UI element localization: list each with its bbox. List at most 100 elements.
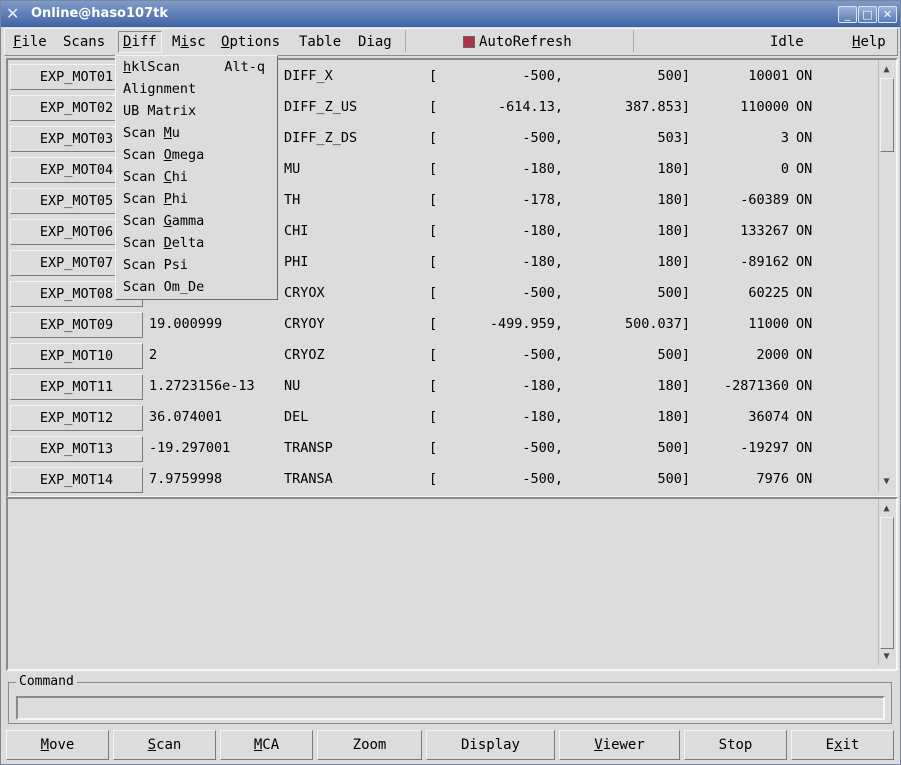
motor-state: ON xyxy=(796,440,813,456)
command-label: Command xyxy=(16,674,77,689)
motor-alias: TRANSA xyxy=(284,471,333,487)
motor-min: -500, xyxy=(522,440,563,456)
scroll-up-icon[interactable]: ▲ xyxy=(879,62,894,77)
menu-diff[interactable]: Diff xyxy=(118,31,162,53)
motor-min: -500, xyxy=(522,471,563,487)
close-button[interactable]: ✕ xyxy=(878,6,897,23)
motor-steps: 3 xyxy=(780,130,789,146)
motor-min: -180, xyxy=(522,161,563,177)
motor-min: -614.13, xyxy=(497,99,563,115)
menu-item-scan-chi[interactable]: Scan Chi xyxy=(123,166,188,188)
motor-state: ON xyxy=(796,99,813,115)
menu-table[interactable]: Table xyxy=(295,32,345,52)
motor-min: -180, xyxy=(522,254,563,270)
menu-misc[interactable]: Misc xyxy=(168,32,210,52)
scroll-down-icon[interactable]: ▼ xyxy=(879,649,894,664)
motor-state: ON xyxy=(796,316,813,332)
maximize-button[interactable]: □ xyxy=(858,6,877,23)
display-button[interactable]: Display xyxy=(426,730,555,760)
menu-item-scan-omega[interactable]: Scan Omega xyxy=(123,144,204,166)
motor-position: -19.297001 xyxy=(149,440,231,456)
minimize-button[interactable]: _ xyxy=(838,6,857,23)
menu-options[interactable]: Options xyxy=(217,32,284,52)
menu-item-hklscan[interactable]: hklScan Alt-q xyxy=(123,56,271,78)
menu-item-scan-delta[interactable]: Scan Delta xyxy=(123,232,204,254)
motor-alias: CRYOX xyxy=(284,285,325,301)
output-scrollbar[interactable]: ▲ ▼ xyxy=(878,499,894,665)
command-input[interactable] xyxy=(16,696,885,720)
menu-item-scan-gamma[interactable]: Scan Gamma xyxy=(123,210,204,232)
range-open-bracket: [ xyxy=(429,130,438,146)
motor-steps: 60225 xyxy=(748,285,789,301)
range-open-bracket: [ xyxy=(429,223,438,239)
range-open-bracket: [ xyxy=(429,192,438,208)
diff-menu-dropdown: hklScan Alt-q Alignment UB Matrix Scan Mu… xyxy=(115,55,278,300)
range-open-bracket: [ xyxy=(429,378,438,394)
menu-diag[interactable]: Diag xyxy=(354,32,396,52)
motor-button[interactable]: EXP_MOT13 xyxy=(10,436,143,462)
motor-alias: DIFF_Z_DS xyxy=(284,130,358,146)
zoom-button[interactable]: Zoom xyxy=(317,730,422,760)
scroll-down-icon[interactable]: ▼ xyxy=(879,474,894,489)
motor-max: 500] xyxy=(657,285,690,301)
motor-steps: -2871360 xyxy=(723,378,789,394)
motor-steps: -89162 xyxy=(740,254,789,270)
motor-button[interactable]: EXP_MOT11 xyxy=(10,374,143,400)
motor-state: ON xyxy=(796,223,813,239)
motor-steps: 36074 xyxy=(748,409,789,425)
motor-min: -180, xyxy=(522,409,563,425)
motor-alias: TH xyxy=(284,192,301,208)
range-open-bracket: [ xyxy=(429,161,438,177)
exit-button[interactable]: Exit xyxy=(791,730,894,760)
motor-min: -500, xyxy=(522,68,563,84)
motor-state: ON xyxy=(796,378,813,394)
stop-button[interactable]: Stop xyxy=(684,730,787,760)
motor-alias: DIFF_X xyxy=(284,68,333,84)
motor-table-scrollbar[interactable]: ▲ ▼ xyxy=(878,60,894,492)
autorefresh-label[interactable]: AutoRefresh xyxy=(475,32,576,52)
mca-button[interactable]: MCA xyxy=(220,730,313,760)
window-title: Online@haso107tk xyxy=(31,6,168,21)
scroll-thumb[interactable] xyxy=(880,78,894,152)
menu-scans[interactable]: Scans xyxy=(59,32,109,52)
menu-item-scan-om-de[interactable]: Scan Om_De xyxy=(123,276,204,298)
scroll-thumb[interactable] xyxy=(880,517,894,649)
motor-button[interactable]: EXP_MOT14 xyxy=(10,467,143,493)
menu-item-ub-matrix[interactable]: UB Matrix xyxy=(123,100,196,122)
motor-min: -500, xyxy=(522,347,563,363)
scroll-up-icon[interactable]: ▲ xyxy=(879,501,894,516)
motor-button[interactable]: EXP_MOT09 xyxy=(10,312,143,338)
menu-item-scan-psi[interactable]: Scan Psi xyxy=(123,254,188,276)
title-bar: ✕ Online@haso107tk _ □ ✕ xyxy=(1,1,900,27)
autorefresh-checkbox[interactable] xyxy=(463,36,475,48)
motor-alias: TRANSP xyxy=(284,440,333,456)
range-open-bracket: [ xyxy=(429,254,438,270)
motor-max: 180] xyxy=(657,378,690,394)
motor-state: ON xyxy=(796,130,813,146)
motor-alias: CRYOY xyxy=(284,316,325,332)
motor-steps: 0 xyxy=(780,161,789,177)
move-button[interactable]: Move xyxy=(6,730,109,760)
menu-help[interactable]: Help xyxy=(848,32,890,52)
motor-alias: DEL xyxy=(284,409,309,425)
menu-item-alignment[interactable]: Alignment xyxy=(123,78,196,100)
motor-steps: 7976 xyxy=(756,471,789,487)
motor-max: 500] xyxy=(657,68,690,84)
motor-steps: -60389 xyxy=(740,192,789,208)
menu-item-scan-mu[interactable]: Scan Mu xyxy=(123,122,180,144)
motor-steps: -19297 xyxy=(740,440,789,456)
menu-file[interactable]: File xyxy=(9,32,51,52)
motor-max: 387.853] xyxy=(624,99,690,115)
motor-alias: NU xyxy=(284,378,301,394)
motor-alias: PHI xyxy=(284,254,309,270)
motor-min: -499.959, xyxy=(489,316,563,332)
motor-button[interactable]: EXP_MOT12 xyxy=(10,405,143,431)
range-open-bracket: [ xyxy=(429,440,438,456)
scan-button[interactable]: Scan xyxy=(113,730,216,760)
motor-button[interactable]: EXP_MOT10 xyxy=(10,343,143,369)
output-text-area[interactable]: ▲ ▼ xyxy=(6,497,898,671)
menu-bar: File Scans Diff Misc Options Table Diag … xyxy=(4,28,898,56)
motor-max: 500.037] xyxy=(624,316,690,332)
menu-item-scan-phi[interactable]: Scan Phi xyxy=(123,188,188,210)
viewer-button[interactable]: Viewer xyxy=(559,730,680,760)
